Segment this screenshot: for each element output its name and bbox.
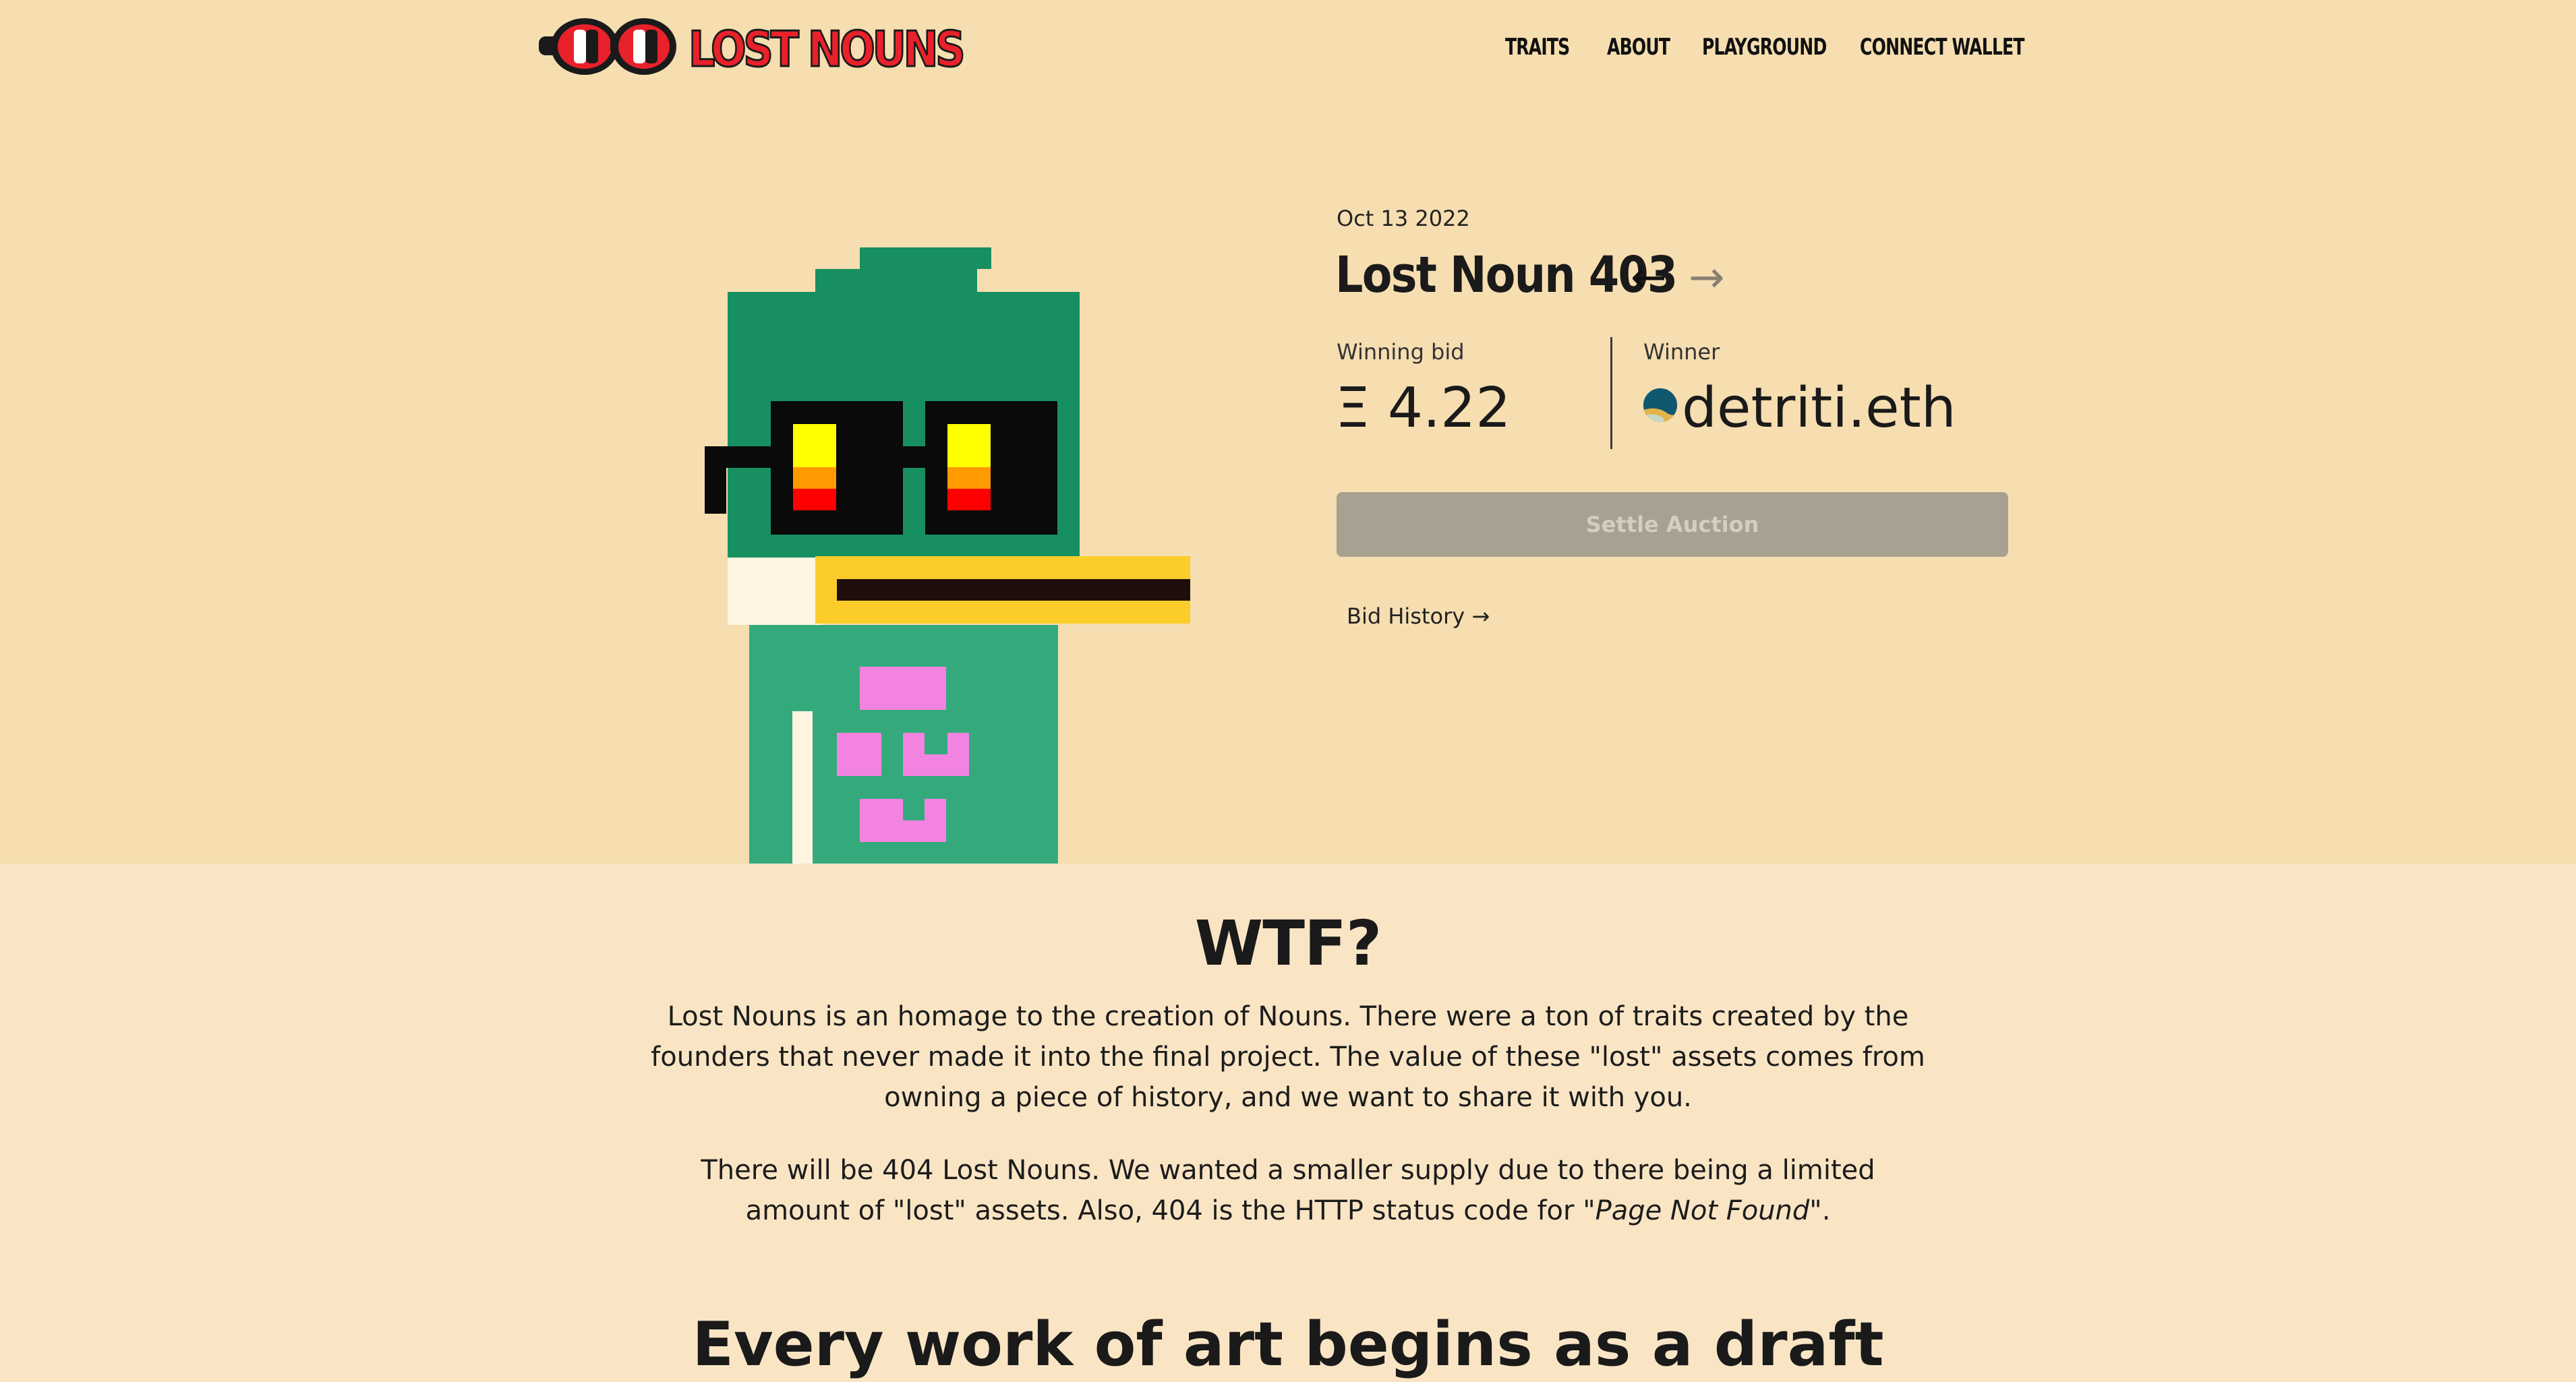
winning-bid-value: Ξ 4.22	[1335, 376, 1511, 440]
about-paragraph-1: Lost Nouns is an homage to the creation …	[651, 1001, 1925, 1113]
winning-bid-label: Winning bid	[1337, 339, 1465, 365]
winner-label: Winner	[1643, 339, 1720, 365]
nav-about[interactable]: ABOUT	[1607, 28, 1670, 66]
nav-traits[interactable]: TRAITS	[1505, 28, 1570, 66]
hero-section	[0, 0, 2576, 864]
winner-address[interactable]: detriti.eth	[1682, 375, 1956, 442]
ens-avatar-icon	[1643, 388, 1677, 422]
draft-heading: Every work of art begins as a draft	[692, 1309, 1884, 1380]
noun-head-top	[860, 247, 991, 269]
nav-connect-wallet[interactable]: CONNECT WALLET	[1860, 28, 2024, 66]
site-logo[interactable]: LOST NOUNS	[536, 16, 966, 79]
logo-wordmark: LOST NOUNS	[688, 20, 966, 79]
lost-noun-image	[705, 247, 1190, 864]
auction-date: Oct 13 2022	[1337, 206, 1470, 231]
noun-title: Lost Noun 403	[1335, 246, 1678, 304]
noun-neck	[728, 558, 822, 625]
stat-divider	[1610, 337, 1612, 449]
bid-history-link[interactable]: Bid History →	[1347, 601, 1490, 631]
noun-eye-right	[947, 424, 991, 467]
settle-auction-button[interactable]: Settle Auction	[1337, 492, 2008, 557]
page-not-found-emphasis: "Page Not Found"	[1583, 1195, 1822, 1226]
nav-playground[interactable]: PLAYGROUND	[1702, 28, 1827, 66]
noun-eye-left	[793, 424, 836, 467]
arrow-right-icon[interactable]: →	[1689, 251, 1725, 305]
noggles-glasses-icon	[539, 18, 676, 75]
wtf-heading: WTF?	[1194, 907, 1382, 980]
arrow-left-icon[interactable]: ←	[1631, 251, 1667, 305]
about-paragraph-2-end: .	[1821, 1195, 1831, 1226]
about-paragraph-2: There will be 404 Lost Nouns. We wanted …	[647, 1150, 1929, 1231]
